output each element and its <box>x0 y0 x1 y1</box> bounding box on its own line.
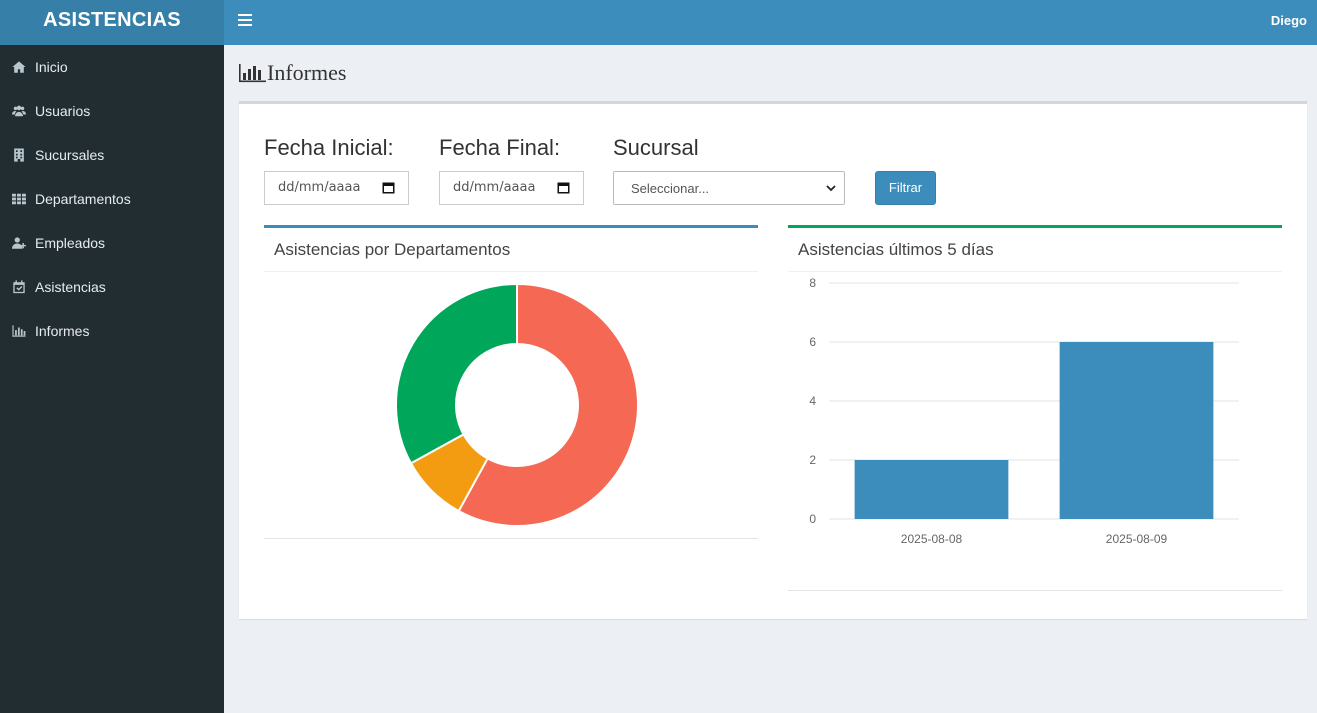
grid-icon <box>12 192 26 206</box>
last-days-chart-title: Asistencias últimos 5 días <box>788 228 1282 272</box>
sidebar-item-asistencias[interactable]: Asistencias <box>0 265 224 309</box>
sidebar-item-informes[interactable]: Informes <box>0 309 224 353</box>
sidebar-item-usuarios[interactable]: Usuarios <box>0 89 224 133</box>
end-date-label: Fecha Final: <box>439 135 561 160</box>
bar-2025-08-08[interactable] <box>854 460 1009 519</box>
branch-select[interactable]: Seleccionar... <box>613 171 845 205</box>
department-chart-panel: Asistencias por Departamentos <box>264 225 758 539</box>
page-title: Informes <box>239 60 346 86</box>
end-date-input[interactable]: dd/mm/aaaa <box>439 171 584 205</box>
donut-slice-2[interactable] <box>395 282 518 465</box>
sidebar-item-label: Departamentos <box>35 191 131 207</box>
building-icon <box>12 148 26 162</box>
last-days-chart-panel: Asistencias últimos 5 días 0 2 4 6 8 2025-08-… <box>788 225 1282 591</box>
department-donut-chart <box>395 282 639 527</box>
x-tick-label: 2025-08-08 <box>901 532 963 546</box>
chevron-down-icon <box>826 185 836 192</box>
menu-toggle-icon[interactable] <box>238 12 252 32</box>
last-days-bar-chart: 0 2 4 6 8 2025-08-08 2025-08-09 <box>809 276 1239 546</box>
branch-label: Sucursal <box>613 135 699 160</box>
department-chart-title: Asistencias por Departamentos <box>264 228 758 272</box>
sidebar-item-departamentos[interactable]: Departamentos <box>0 177 224 221</box>
sidebar-item-label: Sucursales <box>35 147 105 163</box>
filter-button[interactable]: Filtrar <box>875 171 936 205</box>
page-title-text: Informes <box>267 60 347 85</box>
y-tick-label: 4 <box>809 394 816 408</box>
sidebar-item-sucursales[interactable]: Sucursales <box>0 133 224 177</box>
sidebar-item-empleados[interactable]: Empleados <box>0 221 224 265</box>
start-date-input[interactable]: dd/mm/aaaa <box>264 171 409 205</box>
x-tick-label: 2025-08-09 <box>1106 532 1168 546</box>
sidebar-item-label: Inicio <box>35 59 68 75</box>
user-menu[interactable]: Diego <box>1271 13 1307 28</box>
sidebar-item-label: Asistencias <box>35 279 106 295</box>
report-box: Fecha Inicial: dd/mm/aaaa Fecha Final: d… <box>239 101 1307 619</box>
sidebar-item-label: Informes <box>35 323 90 339</box>
branch-selected-value: Seleccionar... <box>631 181 710 196</box>
sidebar-item-label: Empleados <box>35 235 106 251</box>
y-tick-label: 0 <box>809 512 816 526</box>
user-plus-icon <box>12 236 26 250</box>
start-date-placeholder: dd/mm/aaaa <box>278 180 361 195</box>
home-icon <box>12 60 26 74</box>
y-tick-label: 8 <box>809 276 816 290</box>
calendar-check-icon <box>12 280 26 294</box>
y-tick-label: 2 <box>809 453 816 467</box>
y-tick-label: 6 <box>809 335 816 349</box>
top-navbar: Diego <box>224 0 1317 45</box>
bar-2025-08-09[interactable] <box>1059 342 1214 519</box>
sidebar: Inicio Usuarios Sucursales Departamentos… <box>0 45 224 713</box>
calendar-icon[interactable] <box>382 181 395 194</box>
app-logo[interactable]: ASISTENCIAS <box>0 0 224 45</box>
end-date-placeholder: dd/mm/aaaa <box>453 180 536 195</box>
sidebar-item-inicio[interactable]: Inicio <box>0 45 224 89</box>
bar-chart-icon <box>12 324 26 338</box>
start-date-label: Fecha Inicial: <box>264 135 394 160</box>
sidebar-item-label: Usuarios <box>35 103 91 119</box>
bar-chart-icon <box>239 64 266 83</box>
calendar-icon[interactable] <box>557 181 570 194</box>
users-icon <box>12 104 26 118</box>
